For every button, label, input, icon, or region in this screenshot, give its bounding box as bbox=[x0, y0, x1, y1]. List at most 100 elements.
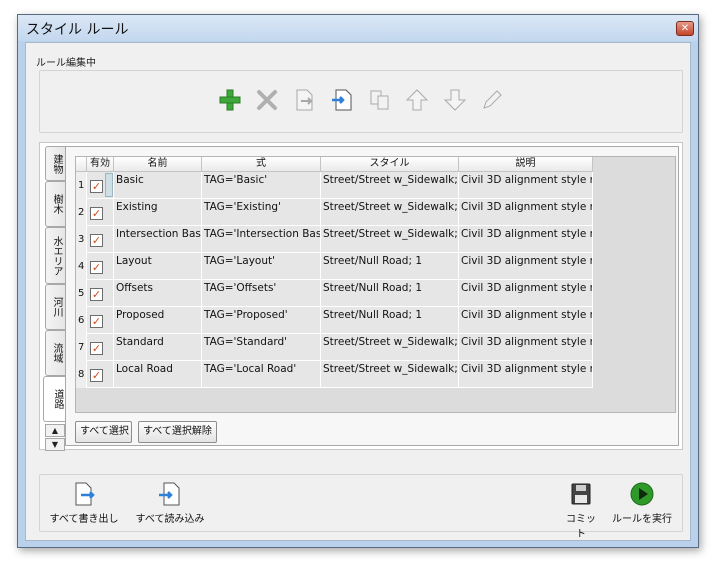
style-rules-dialog: スタイル ルール ✕ ルール編集中 建物 樹木 水エリア 河川 流域 道路 ▲ … bbox=[17, 14, 699, 548]
move-down-button[interactable] bbox=[442, 87, 468, 113]
tab-scroll-up-button[interactable]: ▲ bbox=[45, 424, 65, 437]
tab-roads[interactable]: 道路 bbox=[43, 376, 66, 422]
enabled-cell: ✓ bbox=[87, 253, 114, 280]
delete-rule-button[interactable] bbox=[254, 87, 280, 113]
import-all-button[interactable]: すべて読み込み bbox=[134, 481, 206, 525]
enabled-cell: ✓ bbox=[87, 172, 114, 199]
name-cell[interactable]: Basic bbox=[114, 172, 202, 199]
enabled-cell: ✓ bbox=[87, 307, 114, 334]
edit-rule-button[interactable] bbox=[479, 87, 505, 113]
column-header-expression[interactable]: 式 bbox=[202, 157, 321, 172]
enabled-checkbox[interactable]: ✓ bbox=[90, 234, 103, 247]
close-button[interactable]: ✕ bbox=[676, 21, 694, 36]
save-disk-icon bbox=[571, 483, 591, 505]
move-up-button[interactable] bbox=[404, 87, 430, 113]
description-cell[interactable]: Civil 3D alignment style rule bbox=[459, 253, 593, 280]
expression-cell[interactable]: TAG='Basic' bbox=[202, 172, 321, 199]
export-icon bbox=[296, 89, 313, 111]
name-cell[interactable]: Intersection Basic bbox=[114, 226, 202, 253]
name-cell[interactable]: Existing bbox=[114, 199, 202, 226]
add-rule-button[interactable] bbox=[217, 87, 243, 113]
enabled-checkbox[interactable]: ✓ bbox=[90, 342, 103, 355]
bottom-actions: すべて書き出し すべて読み込み コミット ルールを実行 bbox=[39, 474, 683, 540]
expression-cell[interactable]: TAG='Standard' bbox=[202, 334, 321, 361]
style-cell[interactable]: Street/Street w_Sidewalk; 1 bbox=[321, 199, 459, 226]
enabled-checkbox[interactable]: ✓ bbox=[90, 288, 103, 301]
name-cell[interactable]: Proposed bbox=[114, 307, 202, 334]
title-bar: スタイル ルール ✕ bbox=[18, 15, 698, 41]
enabled-checkbox[interactable]: ✓ bbox=[90, 207, 103, 220]
expression-cell[interactable]: TAG='Offsets' bbox=[202, 280, 321, 307]
plus-icon bbox=[219, 89, 241, 111]
export-all-button[interactable]: すべて書き出し bbox=[48, 481, 120, 525]
select-all-button[interactable]: すべて選択 bbox=[75, 421, 132, 443]
style-cell[interactable]: Street/Null Road; 1 bbox=[321, 307, 459, 334]
expression-cell[interactable]: TAG='Intersection Basic' bbox=[202, 226, 321, 253]
description-cell[interactable]: Civil 3D alignment style rule bbox=[459, 307, 593, 334]
import-icon bbox=[332, 89, 352, 111]
style-cell[interactable]: Street/Street w_Sidewalk; 1 bbox=[321, 334, 459, 361]
description-cell[interactable]: Civil 3D alignment style rule bbox=[459, 361, 593, 388]
tab-buildings[interactable]: 建物 bbox=[45, 146, 65, 181]
enabled-checkbox[interactable]: ✓ bbox=[90, 261, 103, 274]
export-rule-button[interactable] bbox=[291, 87, 317, 113]
table-row[interactable]: 5 ✓ Offsets TAG='Offsets' Street/Null Ro… bbox=[76, 280, 593, 307]
column-header-name[interactable]: 名前 bbox=[114, 157, 202, 172]
play-icon bbox=[630, 482, 654, 506]
name-cell[interactable]: Local Road bbox=[114, 361, 202, 388]
expression-cell[interactable]: TAG='Proposed' bbox=[202, 307, 321, 334]
editing-rule-label: ルール編集中 bbox=[36, 58, 96, 69]
tab-trees[interactable]: 樹木 bbox=[45, 181, 65, 227]
expression-cell[interactable]: TAG='Existing' bbox=[202, 199, 321, 226]
copy-icon bbox=[370, 90, 389, 110]
table-row[interactable]: 6 ✓ Proposed TAG='Proposed' Street/Null … bbox=[76, 307, 593, 334]
enabled-cell: ✓ bbox=[87, 226, 114, 253]
description-cell[interactable]: Civil 3D alignment style rule bbox=[459, 172, 593, 199]
description-cell[interactable]: Civil 3D alignment style rule bbox=[459, 334, 593, 361]
description-cell[interactable]: Civil 3D alignment style rule bbox=[459, 226, 593, 253]
expression-cell[interactable]: TAG='Layout' bbox=[202, 253, 321, 280]
style-cell[interactable]: Street/Street w_Sidewalk; 1 bbox=[321, 172, 459, 199]
name-cell[interactable]: Offsets bbox=[114, 280, 202, 307]
enabled-cell: ✓ bbox=[87, 361, 114, 388]
rules-table: 有効 名前 式 スタイル 説明 1 ✓ Basic TAG='Basic' St… bbox=[75, 156, 676, 413]
table-row[interactable]: 2 ✓ Existing TAG='Existing' Street/Stree… bbox=[76, 199, 593, 226]
run-rules-button[interactable]: ルールを実行 bbox=[612, 481, 672, 525]
commit-button[interactable]: コミット bbox=[562, 481, 600, 540]
style-cell[interactable]: Street/Null Road; 1 bbox=[321, 253, 459, 280]
table-row[interactable]: 3 ✓ Intersection Basic TAG='Intersection… bbox=[76, 226, 593, 253]
tab-watersheds[interactable]: 流域 bbox=[45, 330, 65, 376]
style-cell[interactable]: Street/Street w_Sidewalk; 1 bbox=[321, 361, 459, 388]
tab-rivers[interactable]: 河川 bbox=[45, 284, 65, 330]
tab-scroll-down-button[interactable]: ▼ bbox=[45, 438, 65, 451]
table-row[interactable]: 4 ✓ Layout TAG='Layout' Street/Null Road… bbox=[76, 253, 593, 280]
style-cell[interactable]: Street/Null Road; 1 bbox=[321, 280, 459, 307]
deselect-all-button[interactable]: すべて選択解除 bbox=[138, 421, 217, 443]
import-rule-button[interactable] bbox=[329, 87, 355, 113]
row-number: 5 bbox=[76, 280, 87, 307]
column-header-description[interactable]: 説明 bbox=[459, 157, 593, 172]
table-row[interactable]: 7 ✓ Standard TAG='Standard' Street/Stree… bbox=[76, 334, 593, 361]
tab-water-area[interactable]: 水エリア bbox=[45, 227, 65, 284]
enabled-cell: ✓ bbox=[87, 199, 114, 226]
rule-toolbar bbox=[39, 70, 683, 133]
description-cell[interactable]: Civil 3D alignment style rule bbox=[459, 280, 593, 307]
export-all-label: すべて書き出し bbox=[49, 514, 119, 525]
current-cell-indicator bbox=[105, 173, 113, 197]
description-cell[interactable]: Civil 3D alignment style rule bbox=[459, 199, 593, 226]
style-cell[interactable]: Street/Street w_Sidewalk; 1 bbox=[321, 226, 459, 253]
column-header-enabled[interactable]: 有効 bbox=[87, 157, 114, 172]
column-header-style[interactable]: スタイル bbox=[321, 157, 459, 172]
arrow-up-icon bbox=[405, 89, 429, 111]
enabled-checkbox[interactable]: ✓ bbox=[90, 369, 103, 382]
rules-frame: 建物 樹木 水エリア 河川 流域 道路 ▲ ▼ 有効 名前 式 スタイル 説明 bbox=[39, 142, 683, 451]
copy-rule-button[interactable] bbox=[367, 87, 393, 113]
name-cell[interactable]: Standard bbox=[114, 334, 202, 361]
expression-cell[interactable]: TAG='Local Road' bbox=[202, 361, 321, 388]
table-row[interactable]: 1 ✓ Basic TAG='Basic' Street/Street w_Si… bbox=[76, 172, 593, 199]
table-row[interactable]: 8 ✓ Local Road TAG='Local Road' Street/S… bbox=[76, 361, 593, 388]
row-number: 6 bbox=[76, 307, 87, 334]
enabled-checkbox[interactable]: ✓ bbox=[90, 315, 103, 328]
name-cell[interactable]: Layout bbox=[114, 253, 202, 280]
enabled-checkbox[interactable]: ✓ bbox=[90, 180, 103, 193]
